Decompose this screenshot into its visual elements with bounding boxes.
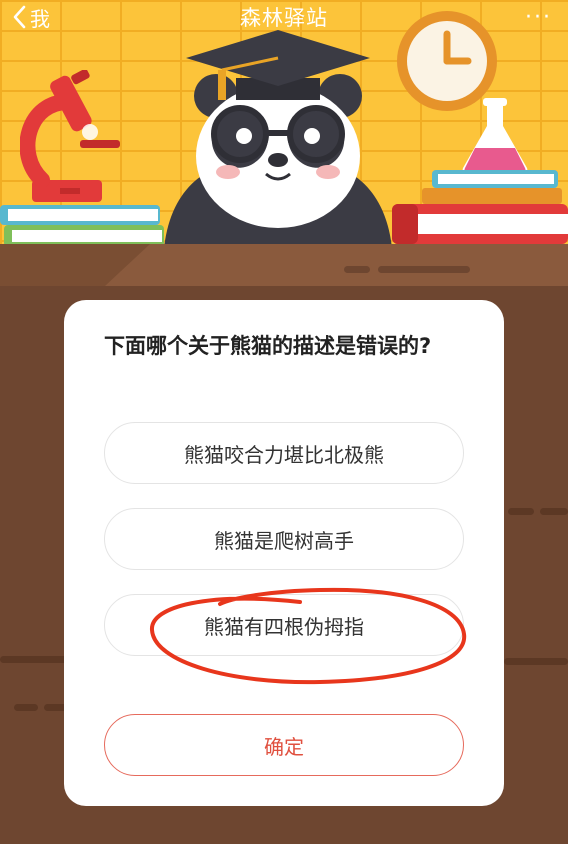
page-title: 森林驿站 bbox=[240, 6, 328, 30]
answer-option-label: 熊猫是爬树高手 bbox=[214, 528, 354, 553]
microscope-icon bbox=[20, 70, 120, 202]
answer-option-1[interactable]: 熊猫咬合力堪比北极熊 bbox=[104, 422, 464, 484]
chevron-left-icon bbox=[13, 5, 26, 29]
question-text: 下面哪个关于熊猫的描述是错误的? bbox=[104, 334, 432, 358]
answer-option-label: 熊猫咬合力堪比北极熊 bbox=[184, 442, 384, 467]
flask-icon bbox=[462, 98, 528, 174]
quiz-dialog: 下面哪个关于熊猫的描述是错误的? 熊猫咬合力堪比北极熊 熊猫是爬树高手 熊猫有四… bbox=[64, 300, 504, 806]
books-right-icon bbox=[392, 170, 568, 244]
answer-option-label: 熊猫有四根伪拇指 bbox=[204, 614, 364, 639]
back-button[interactable]: 我 bbox=[12, 2, 50, 32]
answer-option-2[interactable]: 熊猫是爬树高手 bbox=[104, 508, 464, 570]
books-left-icon bbox=[0, 205, 164, 246]
answer-option-3[interactable]: 熊猫有四根伪拇指 bbox=[104, 594, 464, 656]
back-label: 我 bbox=[30, 6, 50, 31]
confirm-label: 确定 bbox=[264, 734, 304, 759]
more-options-button[interactable]: ··· bbox=[525, 2, 552, 32]
confirm-button[interactable]: 确定 bbox=[104, 714, 464, 776]
desk-top bbox=[0, 244, 568, 286]
panda-professor-icon bbox=[164, 30, 392, 246]
navigation-bar: 我 森林驿站 ··· bbox=[0, 0, 568, 34]
header-illustration: 我 森林驿站 ··· bbox=[0, 0, 568, 246]
